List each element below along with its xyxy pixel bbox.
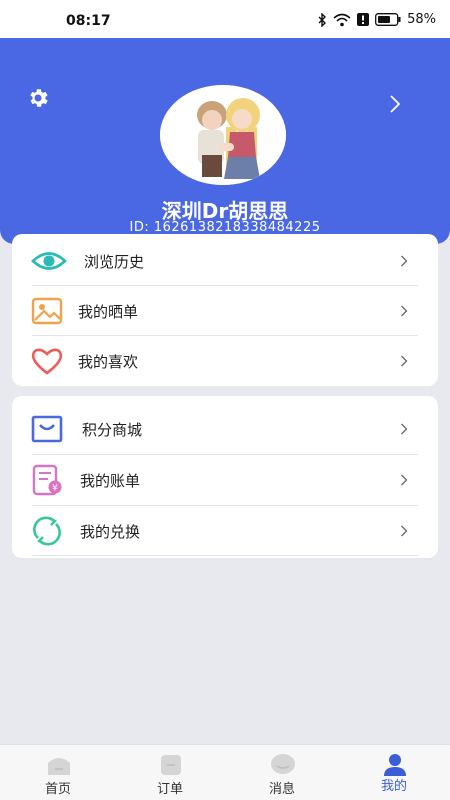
bluetooth-icon <box>318 12 327 27</box>
battery-percent: 58% <box>407 12 436 27</box>
menu-label-exchange: 我的兑换 <box>80 522 141 541</box>
wifi-icon <box>333 13 351 26</box>
menu-card-points: 积分商城 ¥ 我的账单 我的兑换 <box>12 396 438 558</box>
message-icon <box>271 754 295 774</box>
menu-item-bills[interactable]: ¥ 我的账单 <box>12 455 438 505</box>
menu-item-exchange[interactable]: 我的兑换 <box>12 506 438 556</box>
tab-label-home: 首页 <box>44 782 71 797</box>
status-bar: 08:17 58% <box>0 0 450 38</box>
chevron-right-icon <box>401 423 408 435</box>
tab-label-mine: 我的 <box>380 779 407 794</box>
tab-label-orders: 订单 <box>156 782 183 797</box>
svg-text:¥: ¥ <box>52 484 58 494</box>
bill-icon: ¥ <box>32 464 62 496</box>
exchange-icon <box>33 516 61 546</box>
menu-label-likes: 我的喜欢 <box>78 352 139 371</box>
chevron-right-icon <box>401 305 408 317</box>
chevron-right-icon <box>401 474 408 486</box>
alert-icon <box>357 13 370 26</box>
avatar[interactable] <box>160 85 286 185</box>
profile-header: 深圳Dr胡思思 ID: 1626138218338484225 <box>0 38 450 244</box>
chevron-right-icon[interactable] <box>388 94 402 114</box>
user-id: ID: 1626138218338484225 <box>129 220 321 235</box>
gear-icon[interactable] <box>26 86 50 110</box>
chevron-right-icon <box>401 355 408 367</box>
battery-icon <box>375 13 401 26</box>
tab-orders[interactable]: 订单 <box>114 745 226 800</box>
menu-label-showcase: 我的晒单 <box>78 302 139 321</box>
user-icon <box>384 754 406 776</box>
menu-item-likes[interactable]: 我的喜欢 <box>12 336 438 386</box>
tab-home[interactable]: 首页 <box>2 745 114 800</box>
heart-icon <box>31 348 63 375</box>
tab-label-messages: 消息 <box>268 782 295 797</box>
status-time: 08:17 <box>66 13 111 29</box>
order-icon <box>161 755 181 775</box>
status-icons: 58% <box>317 12 436 27</box>
chevron-right-icon <box>401 255 408 267</box>
chevron-right-icon <box>401 525 408 537</box>
menu-label-bills: 我的账单 <box>80 471 141 490</box>
tab-messages[interactable]: 消息 <box>226 745 338 800</box>
home-icon <box>48 758 70 775</box>
menu-card-activity: 浏览历史 我的晒单 我的喜欢 <box>12 234 438 386</box>
bottom-tab-bar: 首页 订单 消息 我的 <box>0 744 450 800</box>
menu-item-showcase[interactable]: 我的晒单 <box>12 286 438 336</box>
tab-mine[interactable]: 我的 <box>338 745 450 800</box>
menu-label-history: 浏览历史 <box>84 252 145 271</box>
menu-item-points-mall[interactable]: 积分商城 <box>12 404 438 454</box>
shopping-bag-icon <box>31 415 63 443</box>
menu-label-points-mall: 积分商城 <box>82 420 143 439</box>
eye-icon <box>31 252 67 270</box>
menu-item-history[interactable]: 浏览历史 <box>12 236 438 286</box>
divider <box>32 555 418 556</box>
avatar-illustration <box>160 85 286 185</box>
image-icon <box>31 297 63 325</box>
